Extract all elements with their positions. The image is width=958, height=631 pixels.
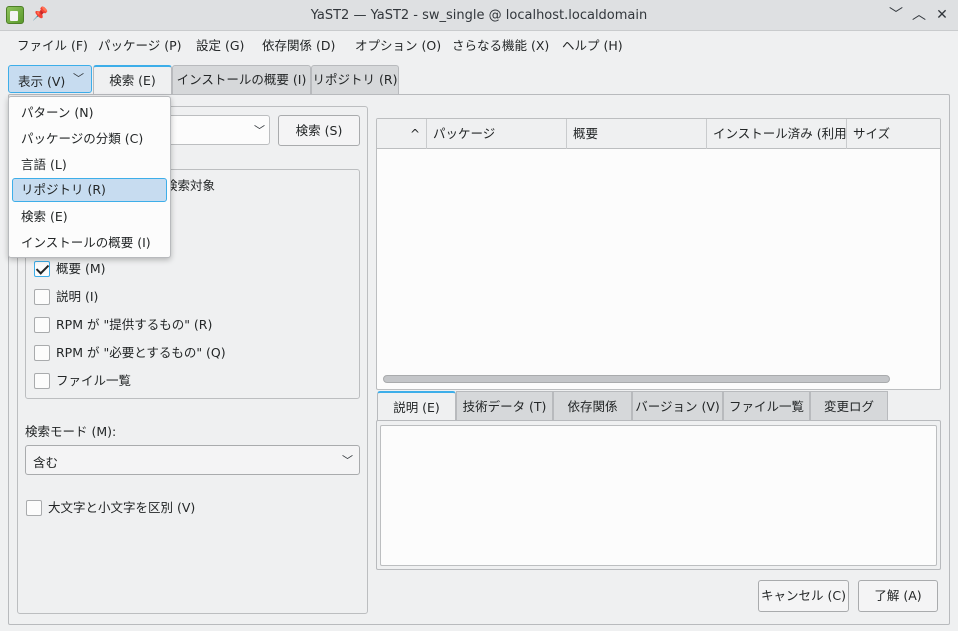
checkbox-label: 説明 (I)	[56, 289, 99, 304]
checkbox-label: ファイル一覧	[56, 373, 132, 388]
horizontal-scrollbar[interactable]	[383, 375, 890, 383]
minimize-button[interactable]: ﹀	[886, 5, 906, 25]
checkbox-label: 概要 (M)	[56, 261, 106, 276]
checkbox-icon[interactable]	[34, 317, 50, 333]
checkbox-label: RPM が "必要とするもの" (Q)	[56, 345, 226, 360]
tab-description[interactable]: 説明 (E)	[377, 391, 456, 421]
search-button[interactable]: 検索 (S)	[278, 115, 360, 146]
menu-dependencies[interactable]: 依存関係 (D)	[262, 37, 335, 55]
menu-item-repositories[interactable]: リポジトリ (R)	[12, 178, 167, 202]
tab-dependencies[interactable]: 依存関係	[553, 391, 632, 421]
column-header-summary[interactable]: 概要	[567, 119, 707, 149]
menu-configuration[interactable]: 設定 (G)	[196, 37, 244, 55]
chevron-down-icon[interactable]: ﹀	[254, 122, 265, 138]
search-mode-select[interactable]: 含む ﹀	[25, 445, 360, 475]
checkbox-label: 大文字と小文字を区別 (V)	[48, 500, 196, 515]
menu-item-search[interactable]: 検索 (E)	[12, 205, 167, 229]
package-table[interactable]: ^ パッケージ 概要 インストール済み (利用 サイズ	[376, 118, 941, 390]
search-mode-value: 含む	[33, 455, 59, 470]
close-button[interactable]: ✕	[932, 5, 952, 25]
checkbox-icon[interactable]	[34, 289, 50, 305]
search-mode-label: 検索モード (M):	[25, 424, 117, 439]
view-popup-menu: パターン (N) パッケージの分類 (C) 言語 (L) リポジトリ (R) 検…	[8, 96, 171, 258]
tab-change-log[interactable]: 変更ログ	[810, 391, 888, 421]
checkbox-checked-icon[interactable]	[34, 261, 50, 277]
search-in-title: 検索対象	[165, 178, 216, 193]
checkbox-icon[interactable]	[34, 345, 50, 361]
menu-item-installation-summary[interactable]: インストールの概要 (I)	[12, 231, 167, 255]
menu-package[interactable]: パッケージ (P)	[98, 37, 182, 55]
menu-bar: ファイル (F) パッケージ (P) 設定 (G) 依存関係 (D) オプション…	[0, 31, 958, 59]
tab-search[interactable]: 検索 (E)	[93, 65, 172, 95]
chevron-down-icon: ﹀	[342, 454, 353, 467]
tab-file-list[interactable]: ファイル一覧	[723, 391, 810, 421]
view-dropdown-label: 表示 (V)	[18, 74, 66, 89]
tab-installation-summary[interactable]: インストールの概要 (I)	[172, 65, 311, 94]
cancel-button[interactable]: キャンセル (C)	[758, 580, 849, 612]
menu-item-languages[interactable]: 言語 (L)	[12, 153, 167, 177]
menu-item-patterns[interactable]: パターン (N)	[12, 101, 167, 125]
window-title: YaST2 — YaST2 - sw_single @ localhost.lo…	[310, 8, 648, 23]
chevron-down-icon: ﹀	[73, 72, 84, 85]
column-header-size[interactable]: サイズ	[847, 119, 940, 149]
checkbox-label: RPM が "提供するもの" (R)	[56, 317, 213, 332]
checkbox-icon[interactable]	[34, 373, 50, 389]
ok-button[interactable]: 了解 (A)	[858, 580, 938, 612]
column-header-installed[interactable]: インストール済み (利用	[707, 119, 847, 149]
column-header-package[interactable]: パッケージ	[427, 119, 567, 149]
tab-technical-data[interactable]: 技術データ (T)	[456, 391, 553, 421]
menu-options[interactable]: オプション (O)	[355, 37, 441, 55]
menu-help[interactable]: ヘルプ (H)	[562, 37, 623, 55]
view-dropdown-button[interactable]: 表示 (V) ﹀	[8, 65, 92, 93]
tab-repositories[interactable]: リポジトリ (R)	[311, 65, 399, 94]
menu-file[interactable]: ファイル (F)	[17, 37, 88, 55]
sort-indicator-icon[interactable]: ^	[377, 119, 427, 149]
checkbox-icon[interactable]	[26, 500, 42, 516]
tab-versions[interactable]: バージョン (V)	[632, 391, 723, 421]
menu-extras[interactable]: さらなる機能 (X)	[452, 37, 549, 55]
menu-item-package-groups[interactable]: パッケージの分類 (C)	[12, 127, 167, 151]
package-table-header: ^ パッケージ 概要 インストール済み (利用 サイズ	[377, 119, 940, 149]
maximize-button[interactable]: ︿	[909, 5, 929, 25]
description-area[interactable]	[380, 425, 937, 566]
